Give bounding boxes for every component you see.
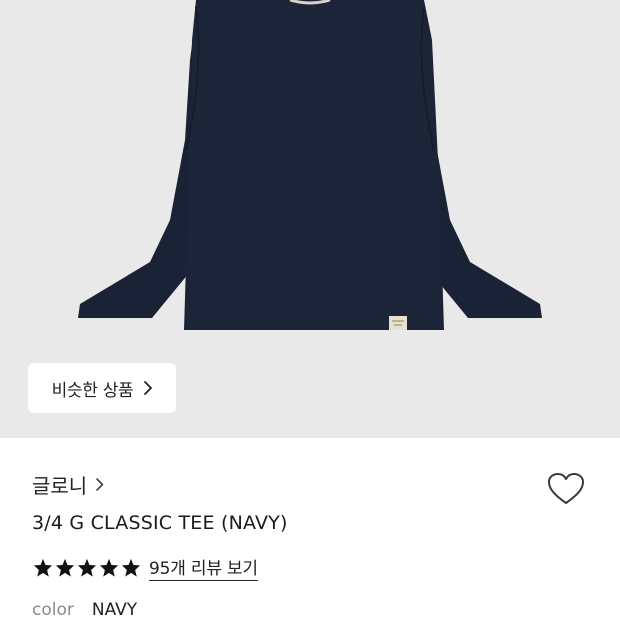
similar-products-button[interactable]: 비슷한 상품 xyxy=(28,363,176,413)
product-title: 3/4 G CLASSIC TEE (NAVY) xyxy=(32,512,288,534)
product-info: 글로니 3/4 G CLASSIC TEE (NAVY) 95개 리뷰 보기 c… xyxy=(0,438,620,620)
star-filled-icon xyxy=(55,558,75,577)
rating-stars xyxy=(33,558,141,577)
star-filled-icon xyxy=(77,558,97,577)
color-value: NAVY xyxy=(91,600,138,620)
star-filled-icon xyxy=(99,558,119,577)
heart-outline-icon xyxy=(548,473,584,504)
chevron-right-icon xyxy=(95,477,104,492)
brand-link[interactable]: 글로니 xyxy=(32,470,104,499)
brand-name: 글로니 xyxy=(32,474,88,498)
chevron-right-icon xyxy=(143,381,153,395)
star-filled-icon xyxy=(121,558,141,577)
color-row: color NAVY xyxy=(32,600,137,620)
rating-row: 95개 리뷰 보기 xyxy=(33,554,258,581)
review-link[interactable]: 95개 리뷰 보기 xyxy=(149,554,258,581)
star-filled-icon xyxy=(33,558,53,577)
product-image-area: 비슷한 상품 xyxy=(0,0,620,438)
color-label: color xyxy=(32,600,74,620)
wishlist-button[interactable] xyxy=(546,470,586,508)
similar-products-label: 비슷한 상품 xyxy=(51,380,134,401)
